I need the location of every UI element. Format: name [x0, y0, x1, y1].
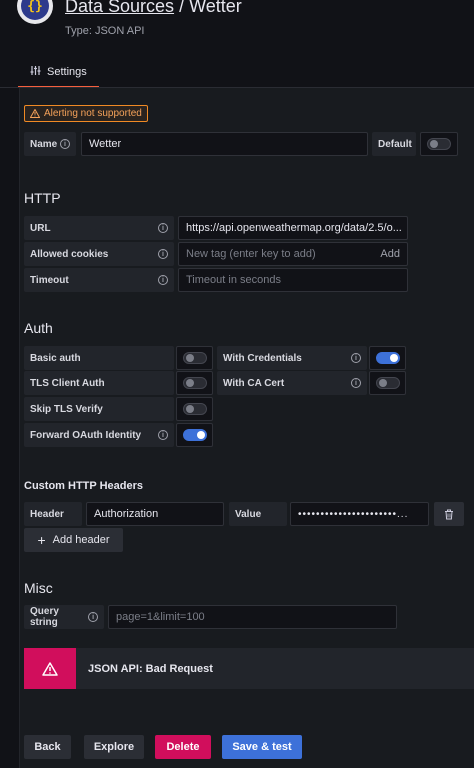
- with-credentials-toggle[interactable]: [375, 352, 400, 364]
- basic-auth-toggle[interactable]: [182, 352, 207, 364]
- page-title: Data Sources / Wetter: [65, 0, 242, 17]
- explore-button[interactable]: Explore: [84, 735, 144, 759]
- datasource-name-title: Wetter: [189, 0, 242, 16]
- name-input[interactable]: Wetter: [81, 132, 368, 156]
- error-icon-box: [24, 648, 76, 689]
- add-header-label: Add header: [52, 534, 110, 546]
- value-label: Value: [229, 502, 287, 526]
- default-label-text: Default: [378, 138, 412, 150]
- datasource-logo: {}: [17, 0, 53, 24]
- cookies-add-button[interactable]: Add: [380, 248, 400, 260]
- default-label: Default: [372, 132, 416, 156]
- info-icon[interactable]: i: [88, 612, 98, 622]
- datasource-type: Type: JSON API: [65, 25, 145, 37]
- delete-header-button[interactable]: [434, 502, 464, 526]
- with-credentials-label: With Credentials i: [217, 346, 367, 370]
- error-alert: JSON API: Bad Request: [24, 648, 474, 689]
- url-label: URL i: [24, 216, 174, 240]
- delete-button[interactable]: Delete: [155, 735, 211, 759]
- tab-settings[interactable]: Settings: [18, 58, 99, 88]
- query-string-label: Query string i: [24, 605, 104, 629]
- header-label-text: Header: [30, 508, 64, 520]
- timeout-input[interactable]: Timeout in seconds: [178, 268, 408, 292]
- timeout-placeholder: Timeout in seconds: [186, 274, 281, 286]
- warning-icon: [30, 109, 40, 118]
- forward-oauth-label: Forward OAuth Identity i: [24, 423, 174, 447]
- info-icon[interactable]: i: [351, 378, 361, 388]
- allowed-cookies-input[interactable]: New tag (enter key to add) Add: [178, 242, 408, 266]
- timeout-label: Timeout i: [24, 268, 174, 292]
- plus-icon: +: [37, 532, 46, 548]
- query-string-placeholder: page=1&limit=100: [116, 611, 205, 623]
- skip-tls-verify-label-text: Skip TLS Verify: [30, 403, 103, 415]
- timeout-label-text: Timeout: [30, 274, 69, 286]
- tls-client-auth-label: TLS Client Auth: [24, 371, 174, 395]
- header-name-input[interactable]: Authorization: [86, 502, 224, 526]
- info-icon[interactable]: i: [158, 275, 168, 285]
- skip-tls-verify-label: Skip TLS Verify: [24, 397, 174, 421]
- tls-client-auth-toggle[interactable]: [182, 377, 207, 389]
- back-button[interactable]: Back: [24, 735, 71, 759]
- alerting-badge-text: Alerting not supported: [44, 108, 142, 119]
- url-input[interactable]: https://api.openweathermap.org/data/2.5/…: [178, 216, 408, 240]
- tab-settings-label: Settings: [47, 66, 87, 78]
- info-icon[interactable]: i: [351, 353, 361, 363]
- with-ca-cert-label-text: With CA Cert: [223, 377, 285, 389]
- info-icon[interactable]: i: [158, 249, 168, 259]
- custom-headers-title: Custom HTTP Headers: [24, 480, 143, 492]
- default-toggle[interactable]: [427, 138, 451, 150]
- value-label-text: Value: [235, 508, 262, 520]
- header-label: Header: [24, 502, 82, 526]
- name-label-text: Name: [30, 138, 58, 150]
- info-icon[interactable]: i: [158, 430, 168, 440]
- skip-tls-verify-toggle-box: [176, 397, 213, 421]
- with-ca-cert-label: With CA Cert i: [217, 371, 367, 395]
- default-toggle-box: [420, 132, 458, 156]
- trash-icon: [445, 509, 453, 519]
- add-header-button[interactable]: + Add header: [24, 528, 123, 552]
- basic-auth-label: Basic auth: [24, 346, 174, 370]
- error-message: JSON API: Bad Request: [88, 662, 213, 675]
- name-label: Name i: [24, 132, 76, 156]
- breadcrumb-data-sources-link[interactable]: Data Sources: [65, 0, 174, 16]
- tls-client-auth-label-text: TLS Client Auth: [30, 377, 105, 389]
- info-icon[interactable]: i: [60, 139, 70, 149]
- warning-icon: [42, 661, 58, 676]
- basic-auth-label-text: Basic auth: [30, 352, 81, 364]
- json-logo-icon: {}: [21, 0, 49, 20]
- cookies-placeholder: New tag (enter key to add): [186, 248, 316, 260]
- skip-tls-verify-toggle[interactable]: [182, 403, 207, 415]
- basic-auth-toggle-box: [176, 346, 213, 370]
- breadcrumb-separator: /: [174, 0, 190, 16]
- info-icon[interactable]: i: [158, 223, 168, 233]
- save-test-button[interactable]: Save & test: [222, 735, 302, 759]
- query-string-label-text: Query string: [30, 606, 59, 628]
- http-section-title: HTTP: [24, 190, 61, 206]
- forward-oauth-label-text: Forward OAuth Identity: [30, 429, 142, 441]
- query-string-input[interactable]: page=1&limit=100: [108, 605, 397, 629]
- misc-section-title: Misc: [24, 580, 53, 596]
- url-label-text: URL: [30, 222, 51, 234]
- with-credentials-toggle-box: [369, 346, 406, 370]
- with-ca-cert-toggle[interactable]: [375, 377, 400, 389]
- forward-oauth-toggle-box: [176, 423, 213, 447]
- with-credentials-label-text: With Credentials: [223, 352, 302, 364]
- tls-client-auth-toggle-box: [176, 371, 213, 395]
- auth-section-title: Auth: [24, 320, 53, 336]
- header-value-input[interactable]: ••••••••••••••••••••••...: [290, 502, 429, 526]
- alerting-badge: Alerting not supported: [24, 105, 148, 122]
- sliders-icon: [30, 65, 41, 79]
- allowed-cookies-label-text: Allowed cookies: [30, 248, 109, 260]
- with-ca-cert-toggle-box: [369, 371, 406, 395]
- forward-oauth-toggle[interactable]: [182, 429, 207, 441]
- allowed-cookies-label: Allowed cookies i: [24, 242, 174, 266]
